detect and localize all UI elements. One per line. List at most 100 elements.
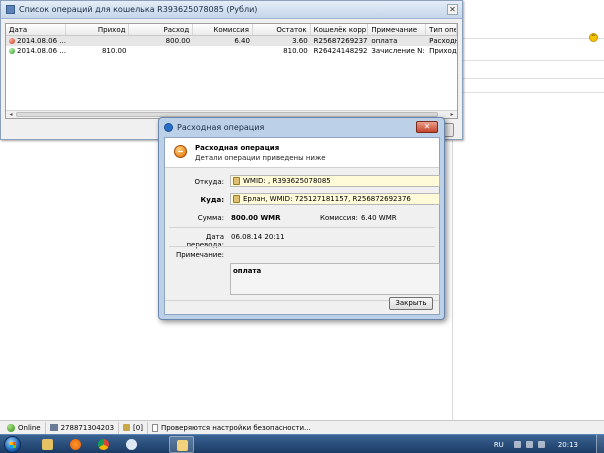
taskbar-explorer[interactable] — [35, 436, 60, 453]
wmid-text: 278871304203 — [60, 423, 115, 432]
fee-label: Комиссия: — [320, 214, 358, 222]
divider — [453, 38, 604, 39]
taskbar-webmoney[interactable] — [169, 436, 194, 453]
column-header-expense[interactable]: Расход — [129, 24, 194, 35]
online-status[interactable]: Online — [3, 421, 46, 434]
operations-table: Дата Приход Расход Комиссия Остаток Коше… — [5, 23, 458, 119]
scroll-left-arrow-icon[interactable]: ◂ — [7, 111, 15, 118]
dialog-header: Расходная операция Детали операции приве… — [165, 138, 439, 168]
cursor-icon — [126, 439, 137, 450]
online-text: Online — [18, 423, 41, 432]
table-row[interactable]: 2014.08.06 ... 800.00 6.40 3.60 R2568726… — [6, 36, 457, 46]
column-header-note[interactable]: Примечание — [368, 24, 427, 35]
note-field: оплата — [230, 263, 440, 295]
show-desktop-button[interactable] — [596, 435, 604, 453]
warning-icon[interactable]: ^ — [589, 33, 598, 42]
wallet-icon — [233, 177, 240, 185]
webmoney-icon — [177, 440, 188, 451]
dialog-client-area: Расходная операция Детали операции приве… — [164, 137, 440, 315]
row-balance: 810.00 — [283, 47, 308, 55]
dialog-title: Расходная операция — [177, 123, 265, 132]
scroll-right-arrow-icon[interactable]: ▸ — [448, 111, 456, 118]
row-type: Расходн... — [429, 37, 457, 45]
row-purse: R264241482926 — [313, 47, 369, 55]
divider — [453, 92, 604, 93]
security-status: Проверяются настройки безопасности... — [148, 422, 315, 434]
list-window-title: Список операций для кошелька R3936250780… — [19, 5, 258, 14]
row-purse: R256872692376 — [313, 37, 369, 45]
dialog-header-title: Расходная операция — [195, 144, 280, 152]
start-button[interactable] — [4, 436, 21, 453]
row-date: 2014.08.06 ... — [6, 36, 66, 46]
lock-icon — [123, 424, 131, 431]
column-header-balance[interactable]: Остаток — [253, 24, 311, 35]
chrome-icon — [98, 439, 109, 450]
expense-operation-dialog: Расходная операция ✕ Расходная операция … — [158, 117, 445, 320]
taskbar-media-player[interactable] — [63, 436, 88, 453]
media-player-icon — [70, 439, 81, 450]
row-balance: 3.60 — [292, 37, 308, 45]
language-indicator[interactable]: RU — [494, 441, 504, 449]
app-icon — [6, 5, 15, 14]
row-fee — [193, 46, 253, 56]
background-panel — [452, 20, 604, 420]
wmid-status[interactable]: 278871304203 — [46, 421, 120, 434]
tray-network-icon[interactable] — [525, 441, 533, 448]
document-icon — [151, 423, 158, 432]
note-label: Примечание: — [175, 251, 224, 259]
to-label: Куда: — [200, 196, 224, 204]
status-bar: Online 278871304203 [0] Проверяются наст… — [0, 420, 604, 434]
taskbar-chrome[interactable] — [91, 436, 116, 453]
table-header: Дата Приход Расход Комиссия Остаток Коше… — [6, 24, 457, 36]
column-header-purse[interactable]: Кошелёк корр... — [311, 24, 369, 35]
incoming-status-icon — [9, 48, 15, 54]
clock[interactable]: 20:13 — [558, 441, 578, 449]
taskbar-cursor-app[interactable] — [119, 436, 144, 453]
column-header-income[interactable]: Приход — [66, 24, 130, 35]
tray-volume-icon[interactable] — [537, 441, 545, 448]
column-header-date[interactable]: Дата — [6, 24, 66, 35]
online-globe-icon — [7, 423, 15, 432]
tray-flag-icon[interactable] — [513, 441, 521, 448]
list-window-close-button[interactable]: ✕ — [447, 4, 458, 15]
taskbar: RU 20:13 — [0, 434, 604, 453]
row-fee: 6.40 — [234, 37, 250, 45]
row-income: 810.00 — [101, 47, 127, 55]
row-note: Зачисление N: ... — [371, 47, 426, 55]
divider — [169, 227, 435, 228]
message-count[interactable]: [0] — [119, 421, 148, 434]
from-field: WMID: , R393625078085 — [230, 175, 440, 187]
dialog-app-icon — [164, 123, 173, 132]
system-tray: RU 20:13 — [494, 435, 604, 453]
id-card-icon — [49, 424, 58, 431]
column-header-fee[interactable]: Комиссия — [193, 24, 253, 35]
row-date: 2014.08.06 ... — [6, 46, 66, 56]
dialog-close-button[interactable]: ✕ — [416, 121, 438, 133]
security-status-text: Проверяются настройки безопасности... — [160, 423, 311, 432]
list-window-titlebar[interactable]: Список операций для кошелька R3936250780… — [1, 1, 462, 19]
dialog-titlebar[interactable]: Расходная операция — [159, 118, 444, 137]
divider — [453, 60, 604, 61]
wallet-icon — [233, 195, 240, 203]
row-expense — [129, 46, 193, 56]
to-field: Ерлан, WMID: 725127181157, R256872692376 — [230, 193, 440, 205]
row-type: Приходн... — [429, 47, 457, 55]
from-label: Откуда: — [194, 178, 224, 186]
column-header-type[interactable]: Тип опер — [426, 24, 457, 35]
expense-icon — [174, 145, 187, 158]
amount-label: Сумма: — [197, 214, 224, 222]
amount-value: 800.00 WMR — [231, 214, 281, 222]
row-income — [66, 36, 130, 46]
outgoing-status-icon — [9, 38, 15, 44]
date-value: 06.08.14 20:11 — [231, 233, 285, 241]
divider — [453, 78, 604, 79]
table-row[interactable]: 2014.08.06 ... 810.00 810.00 R2642414829… — [6, 46, 457, 56]
close-button[interactable]: Закрыть — [389, 297, 433, 310]
folder-icon — [42, 439, 53, 450]
message-count-text: [0] — [133, 423, 143, 432]
dialog-header-subtitle: Детали операции приведены ниже — [195, 154, 326, 162]
fee-value: 6.40 WMR — [361, 214, 397, 222]
row-note: оплата — [371, 37, 398, 45]
row-expense: 800.00 — [165, 37, 191, 45]
divider — [169, 246, 435, 247]
